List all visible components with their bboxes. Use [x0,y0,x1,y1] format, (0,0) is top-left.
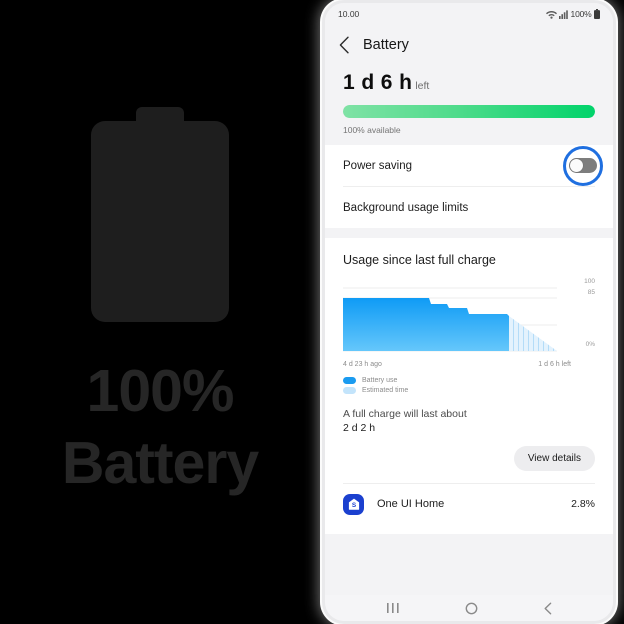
row-power-saving-label: Power saving [343,159,413,172]
chart-plot [343,287,557,352]
full-charge-estimate: A full charge will last about 2 d 2 h [343,408,595,434]
legend-item-estimated-time: Estimated time [343,387,595,394]
legend-label-estimated-time: Estimated time [362,387,409,394]
chart-y-axis-labels: 100 85 0% [573,278,595,364]
ytick-0: 0% [585,341,595,348]
power-saving-toggle-wrap[interactable] [563,145,603,186]
ytick-85: 85 [587,289,595,296]
full-charge-caption: A full charge will last about [343,408,467,420]
phone-frame: 10.00 100% Battery 1 d 6 h left 100% ava… [322,0,616,624]
wifi-icon [545,10,557,19]
page-title-percent: 100% [86,357,235,424]
chart-x-axis-labels: 4 d 23 h ago 1 d 6 h left [343,361,595,368]
status-bar: 10.00 100% [325,3,613,25]
page-title: 100% Battery [61,356,259,500]
list-item-percent: 2.8% [571,498,595,510]
battery-progress-track [343,105,595,118]
card-gap [325,228,613,238]
one-ui-home-icon-glyph: S [348,498,359,510]
navigation-bar [325,595,613,621]
chevron-left-icon[interactable] [338,36,350,54]
list-item-label: One UI Home [377,498,445,510]
settings-card: Power saving Background usage limits [325,145,613,228]
battery-status-icon [594,9,600,19]
svg-text:S: S [351,502,356,509]
legend-label-battery-use: Battery use [362,377,398,384]
chart-battery-use-area [343,298,509,351]
ytick-100: 100 [584,278,595,285]
row-background-usage-limits[interactable]: Background usage limits [343,187,595,228]
signal-bars-icon [559,9,568,19]
battery-available-label: 100% available [343,125,401,135]
chart-x-start: 4 d 23 h ago [343,361,382,368]
back-icon[interactable] [543,602,553,615]
time-remaining: 1 d 6 h left [343,71,595,95]
battery-icon-body [91,120,229,322]
legend-item-battery-use: Battery use [343,377,595,384]
battery-progress-fill [343,105,595,118]
phone-screen: 10.00 100% Battery 1 d 6 h left 100% ava… [325,3,613,621]
home-icon[interactable] [465,602,478,615]
usage-card-title: Usage since last full charge [343,253,496,267]
app-bar: Battery [325,25,613,65]
full-charge-value: 2 d 2 h [343,422,376,434]
chart-legend: Battery use Estimated time [343,377,595,394]
chart-x-end: 1 d 6 h left [538,361,571,368]
recents-icon[interactable] [386,602,400,614]
time-remaining-unit: left [415,80,430,92]
app-bar-title: Battery [363,37,409,53]
legend-swatch-battery-use [343,377,356,384]
status-battery-percent: 100% [570,9,592,19]
scroll-content[interactable]: 1 d 6 hleft 100% available Power saving [325,65,613,595]
power-saving-toggle[interactable] [569,158,597,173]
status-time: 10.00 [338,9,360,19]
view-details-row: View details [343,446,595,471]
page-title-word: Battery [61,429,259,496]
battery-summary: 1 d 6 h left 100% available [325,65,613,145]
usage-card: Usage since last full charge 100 85 0% 4… [325,238,613,534]
time-remaining-value: 1 d 6 h [343,71,413,94]
list-item[interactable]: S One UI Home 2.8% [343,484,595,524]
row-background-usage-limits-label: Background usage limits [343,201,469,214]
left-promo-panel: 100% Battery [0,0,320,624]
row-power-saving[interactable]: Power saving [343,145,603,186]
status-indicators: 100% [545,9,600,19]
battery-icon [91,106,229,322]
view-details-button[interactable]: View details [513,446,595,471]
one-ui-home-icon: S [343,493,364,515]
battery-usage-chart: 100 85 0% [343,278,595,357]
legend-swatch-estimated-time [343,387,356,394]
chart-estimated-area [509,316,557,351]
toggle-knob [570,159,583,172]
